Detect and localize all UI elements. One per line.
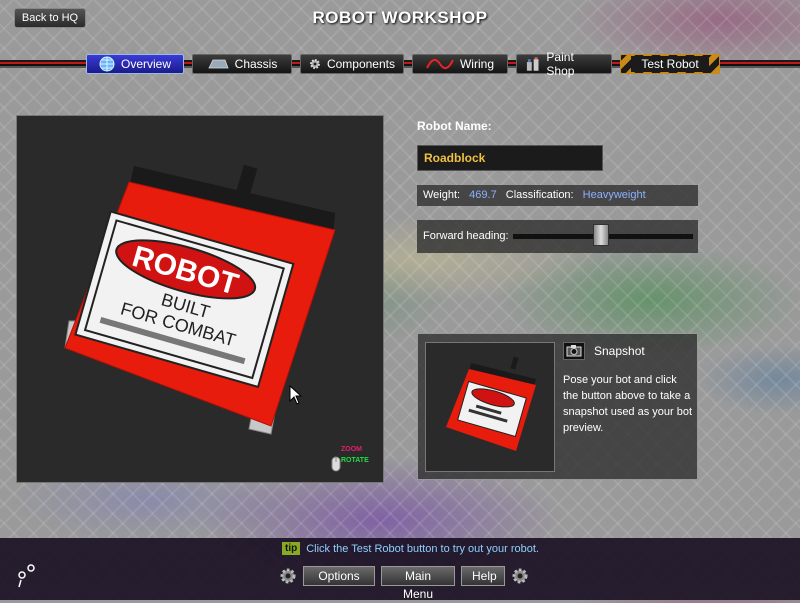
- snapshot-title: Snapshot: [594, 344, 645, 358]
- footer-buttons: Options Main Menu Help: [279, 566, 529, 601]
- gear-icon: [310, 59, 320, 69]
- zoom-hint-label: ZOOM: [341, 446, 362, 453]
- mouse-cursor-icon: [289, 385, 303, 405]
- camera-icon: [566, 345, 582, 357]
- forward-heading-slider-thumb[interactable]: [593, 224, 610, 246]
- tab-test-robot-label: Test Robot: [631, 56, 709, 72]
- tab-chassis[interactable]: Chassis: [192, 54, 292, 74]
- globe-icon: [99, 56, 115, 72]
- forward-heading-label: Forward heading:: [423, 230, 509, 242]
- mouse-icon: [331, 456, 341, 472]
- tab-wiring[interactable]: Wiring: [412, 54, 508, 74]
- snapshot-preview-image: [425, 342, 555, 472]
- robot-model: ROBOT BUILT FOR COMBAT: [64, 164, 336, 435]
- forward-heading-row: Forward heading:: [417, 220, 698, 253]
- tab-overview[interactable]: Overview: [86, 54, 184, 74]
- gear-icon: [280, 568, 296, 584]
- weight-value: 469.7: [469, 189, 497, 201]
- tab-components-label: Components: [326, 57, 395, 71]
- snapshot-panel: Snapshot Pose your bot and click the but…: [417, 333, 698, 480]
- help-button[interactable]: Help: [461, 566, 505, 586]
- tab-overview-label: Overview: [120, 57, 171, 71]
- robot-name-input[interactable]: Roadblock: [417, 145, 603, 171]
- tip-row: tip Click the Test Robot button to try o…: [282, 542, 539, 555]
- gear-icon: [512, 568, 528, 584]
- snapshot-button[interactable]: [563, 342, 585, 360]
- tab-test-robot[interactable]: Test Robot: [620, 54, 720, 74]
- tab-chassis-label: Chassis: [234, 57, 278, 71]
- tip-text: Click the Test Robot button to try out y…: [306, 542, 539, 555]
- robot-3d-viewport[interactable]: ROBOT BUILT FOR COMBAT ZOOM ROTATE: [16, 115, 384, 483]
- connection-status-icon: [18, 564, 35, 588]
- chassis-icon: [208, 59, 229, 69]
- rotate-hint-label: ROTATE: [341, 457, 369, 464]
- classification-label: Classification:: [505, 189, 574, 201]
- tab-paint-shop-label: Paint Shop: [546, 50, 575, 78]
- wire-icon: [426, 58, 454, 70]
- robot-stats-bar: Weight: 469.7 Classification: Heavyweigh…: [417, 185, 698, 206]
- snapshot-robot-image: [446, 356, 536, 451]
- page-title: ROBOT WORKSHOP: [312, 8, 488, 27]
- main-menu-button[interactable]: Main Menu: [381, 566, 455, 601]
- tab-bar: Overview Chassis Components Wiring Paint…: [86, 50, 720, 78]
- weight-label: Weight:: [423, 189, 461, 201]
- tab-components[interactable]: Components: [300, 54, 404, 74]
- tab-wiring-label: Wiring: [459, 57, 494, 71]
- classification-value: Heavyweight: [582, 189, 646, 201]
- robot-name-label: Robot Name:: [417, 119, 492, 133]
- tab-paint-shop[interactable]: Paint Shop: [516, 50, 612, 78]
- options-button[interactable]: Options: [303, 566, 375, 586]
- snapshot-description: Pose your bot and click the button above…: [563, 374, 693, 434]
- tip-badge: tip: [282, 542, 301, 555]
- paint-icon: [526, 57, 539, 71]
